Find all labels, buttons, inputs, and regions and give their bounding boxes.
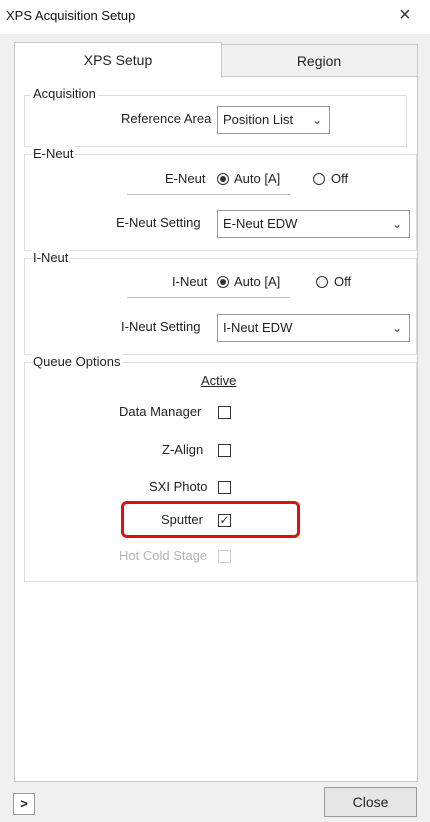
hot-cold-stage-label: Hot Cold Stage: [119, 548, 208, 563]
close-button[interactable]: Close: [324, 787, 417, 817]
eneut-auto-radio[interactable]: [217, 173, 229, 185]
ineut-separator: [127, 297, 290, 298]
chevron-down-icon: ⌄: [311, 113, 322, 127]
window-title: XPS Acquisition Setup: [6, 8, 136, 23]
reference-area-label: Reference Area: [121, 111, 212, 126]
expand-button[interactable]: >: [13, 793, 35, 815]
data-manager-label: Data Manager: [119, 404, 202, 419]
reference-area-select[interactable]: Position List ⌄: [217, 106, 330, 134]
reference-area-value: Position List: [223, 112, 294, 127]
z-align-checkbox[interactable]: [218, 444, 231, 457]
hot-cold-stage-checkbox: [218, 550, 231, 563]
ineut-off-label[interactable]: Off: [334, 274, 351, 289]
eneut-off-label[interactable]: Off: [331, 171, 348, 186]
sxi-photo-checkbox[interactable]: [218, 481, 231, 494]
queue-options-group: [24, 362, 417, 582]
eneut-off-radio[interactable]: [313, 173, 325, 185]
eneut-setting-label: E-Neut Setting: [116, 215, 201, 230]
tab-xps-setup[interactable]: XPS Setup: [14, 42, 222, 78]
eneut-group-label: E-Neut: [31, 146, 76, 161]
chevron-down-icon: ⌄: [391, 321, 402, 335]
sputter-highlight-box: [121, 501, 300, 538]
acquisition-group: [24, 95, 407, 147]
acquisition-group-label: Acquisition: [31, 86, 98, 101]
ineut-setting-value: I-Neut EDW: [223, 320, 293, 335]
ineut-auto-label[interactable]: Auto [A]: [234, 274, 280, 289]
eneut-auto-label[interactable]: Auto [A]: [234, 171, 280, 186]
active-column-header: Active: [201, 373, 237, 388]
ineut-group-label: I-Neut: [31, 250, 71, 265]
data-manager-checkbox[interactable]: [218, 406, 231, 419]
eneut-separator: [127, 194, 290, 195]
queue-options-label: Queue Options: [31, 354, 123, 369]
ineut-auto-radio[interactable]: [217, 276, 229, 288]
ineut-setting-select[interactable]: I-Neut EDW ⌄: [217, 314, 410, 342]
z-align-label: Z-Align: [162, 442, 204, 457]
ineut-setting-label: I-Neut Setting: [121, 319, 201, 334]
close-window-icon[interactable]: ×: [399, 4, 411, 27]
tab-region[interactable]: Region: [220, 44, 418, 77]
ineut-off-radio[interactable]: [316, 276, 328, 288]
eneut-setting-value: E-Neut EDW: [223, 216, 298, 231]
eneut-radio-label: E-Neut: [165, 171, 206, 186]
eneut-setting-select[interactable]: E-Neut EDW ⌄: [217, 210, 410, 238]
chevron-down-icon: ⌄: [391, 217, 402, 231]
ineut-radio-label: I-Neut: [172, 274, 208, 289]
sxi-photo-label: SXI Photo: [149, 479, 208, 494]
